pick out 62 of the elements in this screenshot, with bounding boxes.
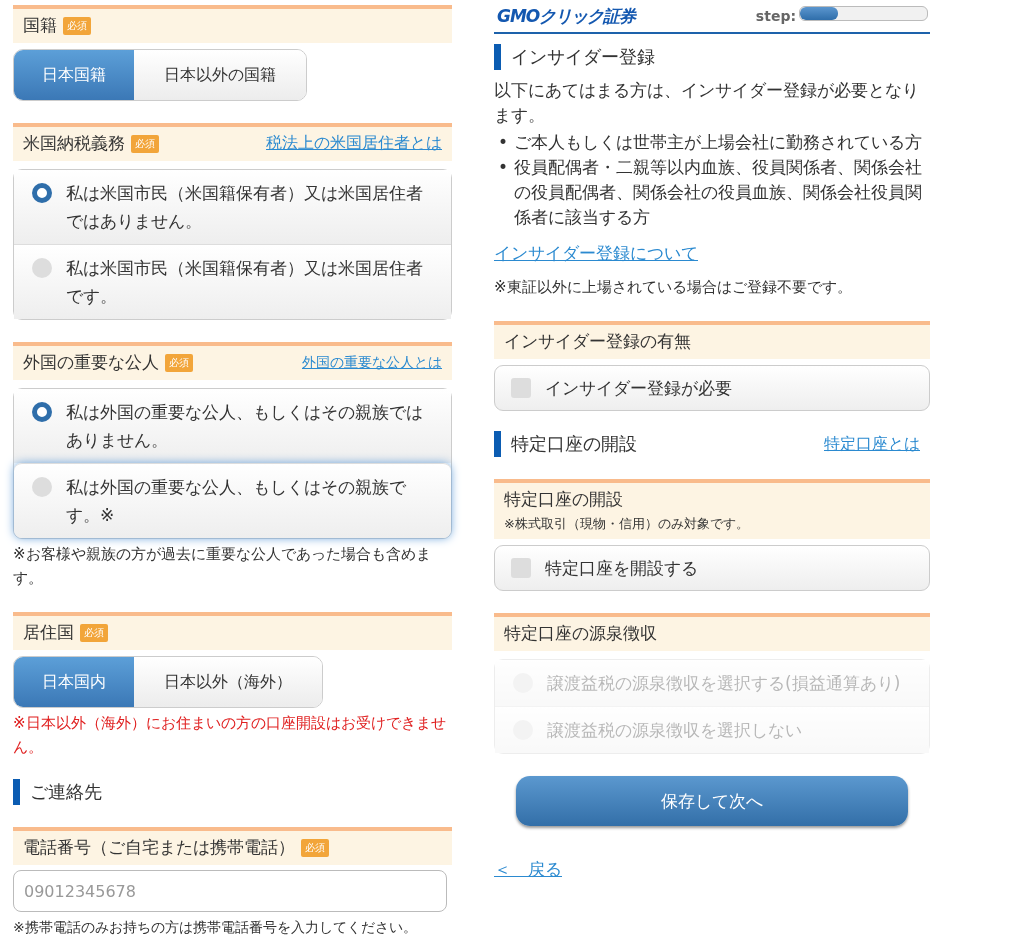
radio-label: 私は米国市民（米国籍保有者）又は米国居住者です。: [66, 257, 424, 308]
radio-icon[interactable]: [32, 258, 52, 278]
help-link[interactable]: 税法上の米国居住者とは: [266, 133, 442, 154]
checkbox-option[interactable]: インサイダー登録が必要: [494, 365, 930, 411]
step-label: step:: [755, 8, 796, 24]
segment-option[interactable]: 日本以外の国籍: [134, 50, 306, 100]
radio-label: 私は外国の重要な公人、もしくはその親族ではありません。: [66, 401, 424, 452]
field-label: 国籍: [23, 14, 57, 37]
bullet-marker: •: [497, 156, 510, 179]
checkbox-icon[interactable]: [511, 378, 531, 398]
checkbox-icon[interactable]: [511, 558, 531, 578]
radio-option[interactable]: 私は外国の重要な公人、もしくはその親族ではありません。: [14, 389, 451, 463]
radio-label: 譲渡益税の源泉徴収を選択する(損益通算あり): [547, 672, 901, 695]
bullet-text: 役員配偶者・二親等以内血族、役員関係者、関係会社の役員配偶者、関係会社の役員血族、関係会社役員関係者に該当する方: [514, 156, 923, 229]
field-label: インサイダー登録の有無: [504, 330, 691, 353]
radio-icon[interactable]: [32, 477, 52, 497]
required-badge: 必須: [131, 134, 159, 153]
radio-option[interactable]: 私は米国市民（米国籍保有者）又は米国居住者ではありません。: [14, 170, 451, 244]
section-heading: 特定口座の開設: [511, 432, 637, 456]
checkbox-option[interactable]: 特定口座を開設する: [494, 545, 930, 591]
info-link[interactable]: インサイダー登録について: [494, 242, 698, 265]
checkbox-label: インサイダー登録が必要: [545, 376, 732, 400]
field-label: 外国の重要な公人: [23, 351, 159, 374]
back-link[interactable]: ＜ 戻る: [494, 858, 562, 881]
required-badge: 必須: [80, 623, 108, 642]
radio-label: 私は米国市民（米国籍保有者）又は米国居住者ではありません。: [66, 182, 424, 233]
section-heading: ご連絡先: [30, 780, 102, 804]
field-label: 特定口座の開設: [504, 488, 623, 511]
bullet-text: ご本人もしくは世帯主が上場会社に勤務されている方: [514, 131, 923, 154]
segment-option[interactable]: 日本以外（海外）: [134, 657, 322, 707]
required-badge: 必須: [63, 16, 91, 35]
save-next-button[interactable]: 保存して次へ: [516, 776, 908, 826]
note-text: ※携帯電話のみお持ちの方は携帯電話番号を入力してください。: [13, 918, 418, 937]
radio-option[interactable]: 私は米国市民（米国籍保有者）又は米国居住者です。: [14, 244, 451, 319]
bullet-marker: •: [497, 131, 510, 154]
required-badge: 必須: [301, 838, 329, 857]
segment-option[interactable]: 日本国籍: [14, 50, 134, 100]
note-text: ※東証以外に上場されている場合はご登録不要です。: [494, 277, 853, 298]
help-link[interactable]: 外国の重要な公人とは: [302, 353, 442, 372]
field-label: 居住国: [23, 621, 74, 644]
paragraph-text: 以下にあてはまる方は、インサイダー登録が必要となります。: [494, 79, 920, 127]
warning-text: ※日本以外（海外）にお住まいの方の口座開設はお受けできません。: [13, 713, 447, 758]
segment-option[interactable]: 日本国内: [14, 657, 134, 707]
heading-marker: [13, 779, 20, 805]
required-badge: 必須: [165, 353, 193, 372]
field-note: ※株式取引（現物・信用）のみ対象です。: [504, 515, 750, 533]
radio-label: 私は外国の重要な公人、もしくはその親族です。※: [66, 476, 407, 527]
radio-option[interactable]: 私は外国の重要な公人、もしくはその親族です。※: [14, 463, 451, 538]
brand-logo: GMOクリック証券: [497, 4, 636, 28]
field-label: 電話番号（ご自宅または携帯電話）: [23, 836, 295, 859]
heading-marker: [494, 431, 501, 457]
field-label: 米国納税義務: [23, 132, 125, 155]
field-label: 特定口座の源泉徴収: [504, 622, 657, 645]
radio-icon[interactable]: [32, 402, 52, 422]
help-link[interactable]: 特定口座とは: [824, 433, 920, 455]
phone-input-field[interactable]: 09012345678: [13, 870, 447, 912]
heading-marker: [494, 44, 501, 70]
checkbox-label: 特定口座を開設する: [545, 556, 698, 580]
section-heading: インサイダー登録: [511, 45, 655, 69]
radio-label: 譲渡益税の源泉徴収を選択しない: [547, 719, 802, 742]
radio-icon[interactable]: [32, 183, 52, 203]
note-text: ※お客様や親族の方が過去に重要な公人であった場合も含めます。: [13, 544, 432, 589]
